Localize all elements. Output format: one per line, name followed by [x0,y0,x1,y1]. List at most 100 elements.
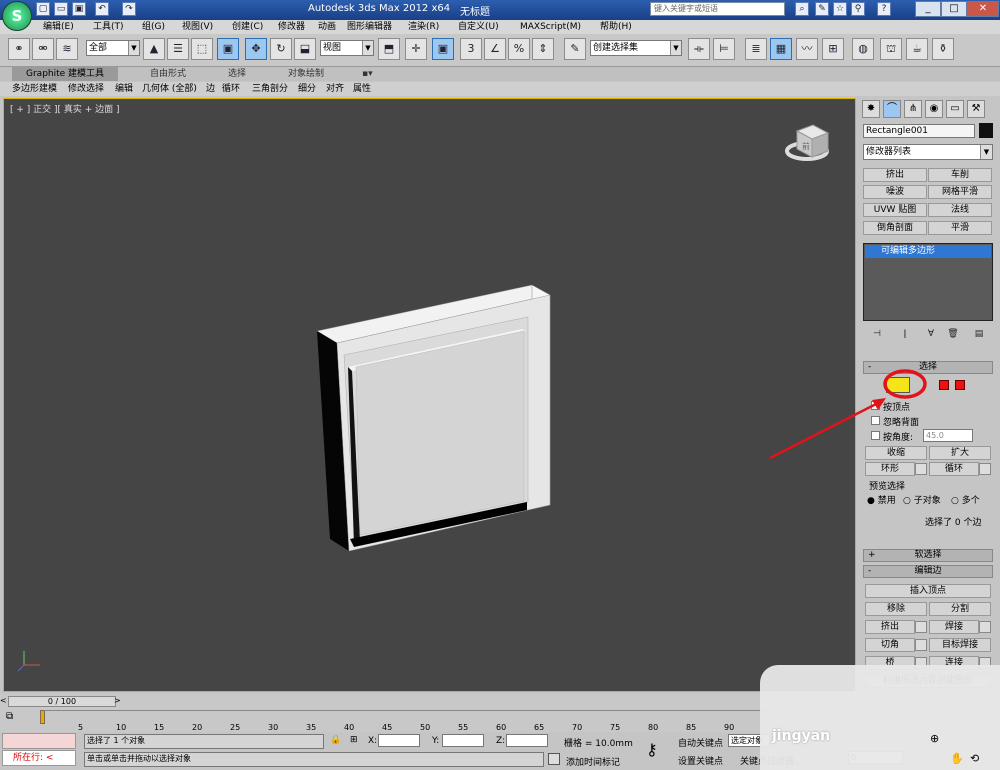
bind-spacewarp-icon[interactable]: ≋ [56,38,78,60]
selection-rollout-header[interactable]: - 选择 [863,361,993,374]
rendered-frame-icon[interactable]: ☕ [906,38,928,60]
open-file-icon[interactable]: ▭ [54,2,68,16]
by-vertex-checkbox[interactable] [871,401,880,410]
align-icon[interactable]: ⊨ [713,38,735,60]
element-subobject-icon[interactable] [955,380,965,390]
ignore-backface-checkbox[interactable] [871,416,880,425]
nav-pan-icon[interactable]: ✋ [950,752,964,765]
modify-tab-icon[interactable]: ⌒ [883,100,901,118]
object-name-field[interactable]: Rectangle001 [863,124,975,138]
minimize-button[interactable]: _ [915,1,941,17]
help-icon[interactable]: ? [877,2,891,16]
z-coord-field[interactable] [506,734,548,747]
menu-graph-editors[interactable]: 图形编辑器 [347,20,392,34]
viewport-front[interactable]: [ + ] 正交 ][ 真实 + 边面 ] 前 [3,98,856,692]
script-line-field[interactable]: 所在行: < [2,750,76,766]
nav-zoom-icon[interactable]: ⊕ [930,732,939,745]
extrude-settings-icon[interactable] [915,621,927,633]
schematic-view-icon[interactable]: ⊞ [822,38,844,60]
preview-multi-radio[interactable]: ○ 多个 [951,493,980,506]
key-icon[interactable]: ⚷ [646,740,658,759]
ref-coord-dropdown[interactable]: 视图 ▼ [320,40,374,56]
loop-spinner[interactable] [979,463,991,475]
menu-group[interactable]: 组(G) [142,20,165,34]
menu-tools[interactable]: 工具(T) [93,20,124,34]
ring-spinner[interactable] [915,463,927,475]
mod-lathe-button[interactable]: 车削 [928,168,992,182]
edit-named-selection-icon[interactable]: ✎ [564,38,586,60]
configure-sets-icon[interactable]: ▤ [971,327,987,341]
menu-modifiers[interactable]: 修改器 [278,20,305,34]
tab-graphite-modeling[interactable]: Graphite 建模工具 [12,67,119,81]
keyboard-shortcut-icon[interactable]: ▣ [432,38,454,60]
menu-help[interactable]: 帮助(H) [600,20,632,34]
unlink-icon[interactable]: ⚮ [32,38,54,60]
target-weld-button[interactable]: 目标焊接 [929,638,991,652]
panel-polygon-modeling[interactable]: 多边形建模 [12,82,57,96]
weld-button[interactable]: 焊接 [929,620,979,634]
shrink-button[interactable]: 收缩 [865,446,927,460]
panel-subdivision[interactable]: 细分 [298,82,316,96]
menu-customize[interactable]: 自定义(U) [458,20,499,34]
select-object-icon[interactable]: ▲ [143,38,165,60]
set-key-button[interactable]: 设置关键点 [678,754,723,767]
modifier-stack[interactable]: 可编辑多边形 [863,243,993,321]
binoculars-icon[interactable]: ⌕ [795,2,809,16]
menu-view[interactable]: 视图(V) [182,20,213,34]
graphite-toggle-icon[interactable]: ▦ [770,38,792,60]
x-coord-field[interactable] [378,734,420,747]
hierarchy-tab-icon[interactable]: ⋔ [904,100,922,118]
by-angle-checkbox[interactable] [871,431,880,440]
show-end-result-icon[interactable]: ǀ [897,327,913,341]
edit-edges-rollout-header[interactable]: - 编辑边 [863,565,993,578]
spinner-snap-icon[interactable]: ⇕ [532,38,554,60]
angle-spinner[interactable]: 45.0 [923,429,973,442]
selection-filter-dropdown[interactable]: 全部 ▼ [86,40,140,56]
create-tab-icon[interactable]: ✸ [862,100,880,118]
maxscript-listener[interactable] [2,733,76,749]
tools-icon[interactable]: ✎ [815,2,829,16]
menu-animation[interactable]: 动画 [318,20,336,34]
mod-smooth-button[interactable]: 平滑 [928,221,992,235]
pin-stack-icon[interactable]: ⊣ [869,327,885,341]
extrude-button[interactable]: 挤出 [865,620,915,634]
select-by-name-icon[interactable]: ☰ [167,38,189,60]
chamfer-settings-icon[interactable] [915,639,927,651]
soft-selection-rollout-header[interactable]: + 软选择 [863,549,993,562]
mod-normal-button[interactable]: 法线 [928,203,992,217]
utilities-tab-icon[interactable]: ⚒ [967,100,985,118]
tab-object-paint[interactable]: 对象绘制 [288,67,324,81]
panel-geometry-all[interactable]: 几何体 (全部) [142,82,197,96]
pin-icon[interactable]: ⚲ [851,2,865,16]
scale-icon[interactable]: ⬓ [294,38,316,60]
undo-icon[interactable]: ↶ [95,2,109,16]
time-tag-icon[interactable] [548,753,560,765]
panel-tris[interactable]: 三角剖分 [252,82,288,96]
close-button[interactable]: ✕ [967,1,999,17]
split-button[interactable]: 分割 [929,602,991,616]
window-crossing-icon[interactable]: ▣ [217,38,239,60]
ribbon-options-icon[interactable]: ▪▾ [362,67,373,81]
edge-subobject-icon[interactable] [886,377,910,393]
render-icon[interactable]: ⚱ [932,38,954,60]
rotate-icon[interactable]: ↻ [270,38,292,60]
polygon-subobject-icon[interactable] [939,380,949,390]
tab-freeform[interactable]: 自由形式 [150,67,186,81]
panel-loops[interactable]: 循环 [222,82,240,96]
menu-maxscript[interactable]: MAXScript(M) [520,20,581,34]
panel-edit[interactable]: 编辑 [115,82,133,96]
menu-edit[interactable]: 编辑(E) [43,20,74,34]
mod-extrude-button[interactable]: 挤出 [863,168,927,182]
y-coord-field[interactable] [442,734,484,747]
mod-bevel-profile-button[interactable]: 倒角剖面 [863,221,927,235]
nav-orbit-icon[interactable]: ⟲ [970,752,979,765]
manipulate-icon[interactable]: ✛ [405,38,427,60]
chamfer-button[interactable]: 切角 [865,638,915,652]
ring-button[interactable]: 环形 [865,462,915,476]
insert-vertex-button[interactable]: 插入顶点 [865,584,991,598]
save-file-icon[interactable]: ▣ [72,2,86,16]
timeline-ruler[interactable]: 5 10 15 20 25 30 35 40 45 50 55 60 65 70… [44,710,774,732]
help-search-input[interactable]: 键入关键字或短语 [650,2,785,16]
stack-item-editable-poly[interactable]: 可编辑多边形 [865,245,991,258]
next-frame-icon[interactable]: > [114,696,121,705]
